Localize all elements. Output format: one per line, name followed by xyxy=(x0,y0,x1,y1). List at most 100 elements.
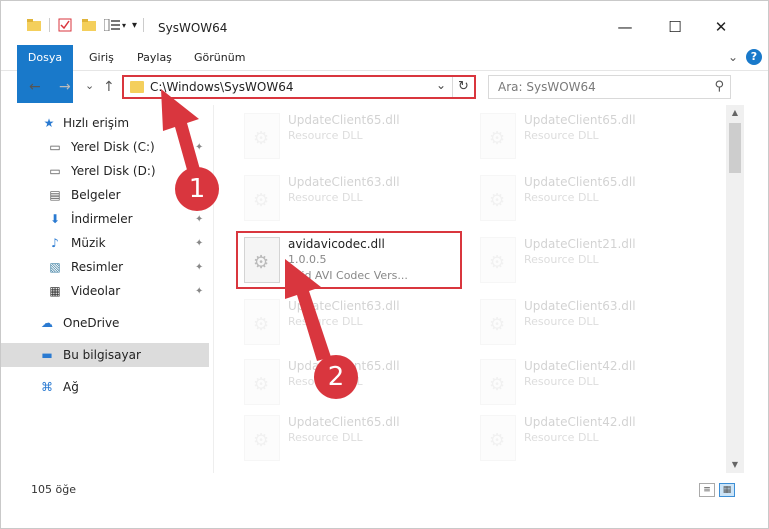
file-item[interactable]: UpdateClient63.dll Resource DLL xyxy=(238,293,468,351)
sidebar-item-quick-access[interactable]: ★ Hızlı erişim xyxy=(1,111,209,135)
sidebar-item-label: Bu bilgisayar xyxy=(63,348,141,362)
expand-ribbon-icon[interactable]: ⌄ xyxy=(728,50,738,64)
scroll-down-icon[interactable]: ▼ xyxy=(726,457,744,473)
sidebar-item-label: Hızlı erişim xyxy=(63,116,130,130)
up-arrow-icon[interactable]: ↑ xyxy=(103,79,115,95)
tab-view[interactable]: Görünüm xyxy=(194,45,245,70)
selected-file-highlight xyxy=(236,231,462,289)
address-path[interactable]: C:\Windows\SysWOW64 xyxy=(150,80,294,94)
ribbon: Dosya Giriş Paylaş Görünüm ⌄ ? xyxy=(1,45,768,103)
sidebar-item-music[interactable]: ♪ Müzik ✦ xyxy=(1,231,209,255)
callout-badge-2: 2 xyxy=(314,355,358,399)
file-description: Resource DLL xyxy=(524,431,599,444)
large-icons-view-icon[interactable]: ▦ xyxy=(719,483,735,497)
pin-icon[interactable]: ✦ xyxy=(195,286,203,297)
file-item[interactable]: UpdateClient42.dll Resource DLL xyxy=(474,353,704,411)
address-bar[interactable]: C:\Windows\SysWOW64 ⌄ ↻ xyxy=(122,75,476,99)
file-name: UpdateClient63.dll xyxy=(524,299,636,313)
minimize-button[interactable]: — xyxy=(605,15,645,39)
file-name: UpdateClient63.dll xyxy=(288,175,400,189)
sidebar-item-this-pc[interactable]: ▬ Bu bilgisayar xyxy=(1,343,209,367)
status-bar: 105 öğe ≡ ▦ xyxy=(1,475,768,501)
sidebar-item-label: Müzik xyxy=(71,236,106,250)
file-name: UpdateClient65.dll xyxy=(288,415,400,429)
back-arrow-icon[interactable]: ← xyxy=(29,79,41,95)
vertical-scrollbar[interactable]: ▲ ▼ xyxy=(726,105,744,473)
tab-share[interactable]: Paylaş xyxy=(137,45,172,70)
recent-locations-icon[interactable]: ⌄ xyxy=(85,79,94,92)
dll-file-icon xyxy=(480,415,516,461)
sidebar-item-onedrive[interactable]: ☁ OneDrive xyxy=(1,311,209,335)
music-icon: ♪ xyxy=(51,236,59,250)
dll-file-icon xyxy=(480,237,516,283)
dll-file-icon xyxy=(244,113,280,159)
navigation-pane: ★ Hızlı erişim ▭ Yerel Disk (C:) ✦ ▭ Yer… xyxy=(1,105,214,473)
sidebar-item-downloads[interactable]: ⬇ İndirmeler ✦ xyxy=(1,207,209,231)
maximize-button[interactable]: ☐ xyxy=(655,15,695,39)
help-icon[interactable]: ? xyxy=(746,49,762,65)
pin-icon[interactable]: ✦ xyxy=(195,262,203,273)
download-icon: ⬇ xyxy=(49,212,61,226)
dll-file-icon xyxy=(480,359,516,405)
file-item[interactable]: UpdateClient21.dll Resource DLL xyxy=(474,231,704,289)
item-count: 105 öğe xyxy=(31,483,76,496)
properties-icon[interactable] xyxy=(58,18,72,32)
file-item[interactable]: UpdateClient63.dll Resource DLL xyxy=(474,293,704,351)
search-placeholder[interactable]: Ara: SysWOW64 xyxy=(498,80,596,94)
scroll-thumb[interactable] xyxy=(729,123,741,173)
file-description: Resource DLL xyxy=(524,375,599,388)
search-icon: ⚲ xyxy=(714,79,724,94)
file-item[interactable]: UpdateClient65.dll Resource DLL xyxy=(238,409,468,467)
file-description: Resource DLL xyxy=(524,315,599,328)
customize-dropdown-icon[interactable]: ▾ xyxy=(122,21,126,30)
folder-icon[interactable] xyxy=(27,19,41,31)
sidebar-item-local-disk-c[interactable]: ▭ Yerel Disk (C:) ✦ xyxy=(1,135,209,159)
pin-icon[interactable]: ✦ xyxy=(195,238,203,249)
file-description: Resource DLL xyxy=(524,191,599,204)
pin-icon[interactable]: ✦ xyxy=(195,142,203,153)
file-item[interactable]: UpdateClient65.dll Resource DLL xyxy=(474,107,704,165)
refresh-icon[interactable]: ↻ xyxy=(452,77,474,97)
dll-file-icon xyxy=(480,299,516,345)
file-list: UpdateClient65.dll Resource DLL UpdateCl… xyxy=(216,105,726,473)
sidebar-item-label: Yerel Disk (C:) xyxy=(71,140,155,154)
file-description: Resource DLL xyxy=(288,431,363,444)
dll-file-icon xyxy=(244,175,280,221)
file-description: Resource DLL xyxy=(288,315,363,328)
quick-access-toolbar: ▾ ▾ xyxy=(27,18,150,32)
forward-arrow-icon[interactable]: → xyxy=(59,79,71,95)
navigation-bar: ← → ⌄ ↑ C:\Windows\SysWOW64 ⌄ ↻ Ara: Sys… xyxy=(1,71,768,105)
file-item[interactable]: UpdateClient65.dll Resource DLL xyxy=(238,107,468,165)
dll-file-icon xyxy=(480,113,516,159)
window-title: SysWOW64 xyxy=(158,21,228,35)
scroll-up-icon[interactable]: ▲ xyxy=(726,105,744,121)
address-dropdown-icon[interactable]: ⌄ xyxy=(436,78,446,92)
pictures-icon: ▧ xyxy=(49,260,61,274)
callout-badge-1: 1 xyxy=(175,167,219,211)
file-name: UpdateClient21.dll xyxy=(524,237,636,251)
sidebar-item-label: İndirmeler xyxy=(71,212,133,226)
ribbon-controls: ⌄ ? xyxy=(728,49,762,65)
customize-arrow-icon[interactable]: ▾ xyxy=(132,20,137,31)
drive-icon: ▭ xyxy=(49,164,61,178)
file-description: Resource DLL xyxy=(288,129,363,142)
search-box[interactable]: Ara: SysWOW64 ⚲ xyxy=(488,75,731,99)
sidebar-item-pictures[interactable]: ▧ Resimler ✦ xyxy=(1,255,209,279)
file-item[interactable]: UpdateClient63.dll Resource DLL xyxy=(238,169,468,227)
new-folder-icon[interactable] xyxy=(82,19,96,31)
pin-icon[interactable]: ✦ xyxy=(195,214,203,225)
view-options-icon[interactable] xyxy=(104,19,120,31)
video-icon: ▦ xyxy=(49,284,61,298)
tab-home[interactable]: Giriş xyxy=(89,45,114,70)
dll-file-icon xyxy=(480,175,516,221)
sidebar-item-network[interactable]: ⌘ Ağ xyxy=(1,375,209,399)
sidebar-item-label: Videolar xyxy=(71,284,121,298)
file-item[interactable]: UpdateClient42.dll Resource DLL xyxy=(474,409,704,467)
folder-icon xyxy=(130,81,144,93)
details-view-icon[interactable]: ≡ xyxy=(699,483,715,497)
file-item[interactable]: UpdateClient65.dll Resource DLL xyxy=(474,169,704,227)
sidebar-item-videos[interactable]: ▦ Videolar ✦ xyxy=(1,279,209,303)
file-description: Resource DLL xyxy=(524,253,599,266)
explorer-window: ▾ ▾ SysWOW64 — ☐ ✕ Dosya Giriş Paylaş Gö… xyxy=(0,0,769,529)
close-button[interactable]: ✕ xyxy=(701,15,741,39)
